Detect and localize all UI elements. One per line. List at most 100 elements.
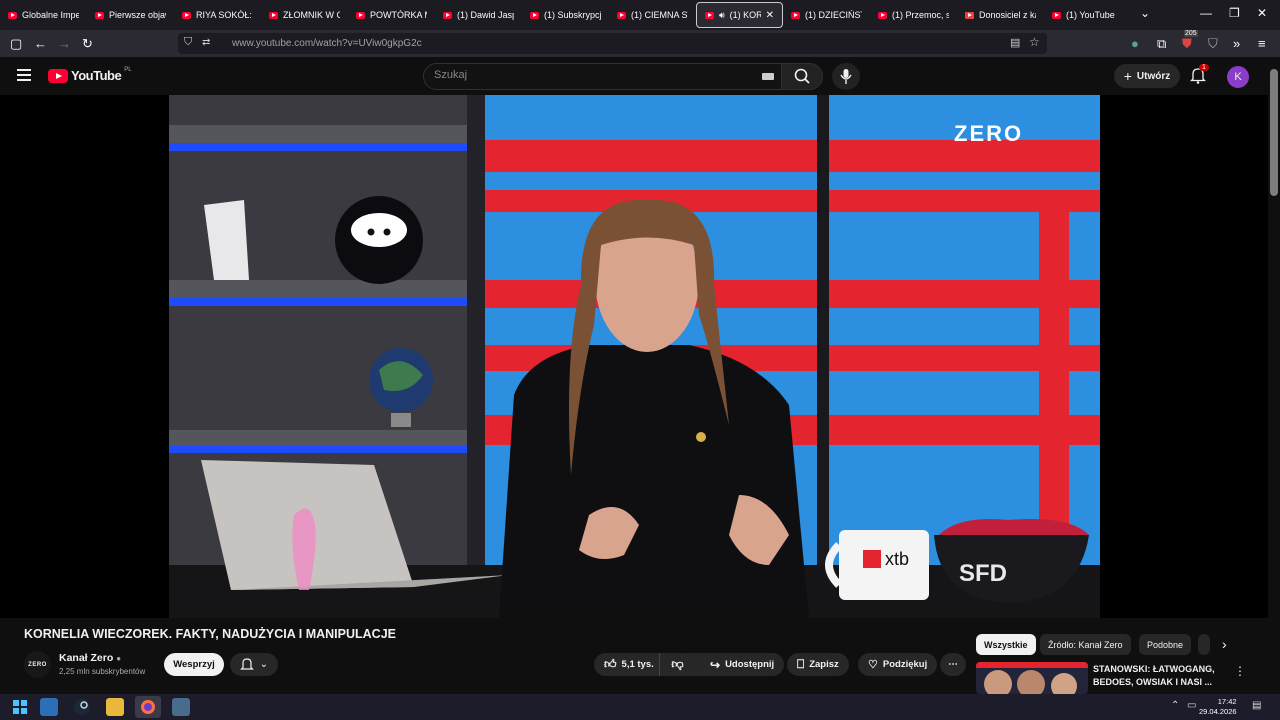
save-button[interactable]: ⎕ Zapisz xyxy=(787,653,849,676)
sidebar-toggle-icon[interactable]: ▢ xyxy=(10,36,22,52)
tab-audio-icon[interactable]: 🔊︎ xyxy=(719,10,725,21)
extension-badge: 205 xyxy=(1184,30,1198,37)
windows-start-icon[interactable] xyxy=(11,698,29,716)
chip-next-partial[interactable] xyxy=(1198,634,1210,655)
chips-next-chevron-icon[interactable]: › xyxy=(1222,636,1227,652)
subscription-bell-button[interactable]: ⌄ xyxy=(230,653,278,676)
browser-tab[interactable]: (1) DZIECIŃSTW xyxy=(783,2,870,28)
tab-title: (1) DZIECIŃSTW xyxy=(805,10,862,20)
browser-tab-strip: Globalne Imperi Pierwsze objawy RIYA SOKÓŁ… xyxy=(0,0,1280,30)
youtube-favicon-icon xyxy=(617,11,626,19)
network-app-icon[interactable] xyxy=(40,698,58,716)
tab-overflow-chevron-icon[interactable]: ⌄ xyxy=(1140,6,1150,20)
bookmark-icon: ⎕ xyxy=(797,657,805,671)
chip-all[interactable]: Wszystkie xyxy=(976,634,1036,655)
notification-badge: 1 xyxy=(1199,64,1209,71)
channel-name-text[interactable]: Kanał Zero xyxy=(59,652,113,664)
voice-search-button[interactable] xyxy=(832,63,860,90)
permissions-icon[interactable]: ⇄ xyxy=(202,37,210,48)
page-scrollbar[interactable] xyxy=(1268,57,1280,694)
guide-menu-icon[interactable] xyxy=(17,69,31,81)
youtube-favicon-icon xyxy=(530,11,539,19)
reader-view-icon[interactable]: ▤ xyxy=(1010,36,1020,49)
more-actions-button[interactable]: ⋯ xyxy=(940,653,966,676)
bell-icon xyxy=(239,658,254,670)
keyboard-icon[interactable] xyxy=(762,73,774,80)
create-button[interactable]: + Utwórz xyxy=(1114,64,1180,88)
youtube-favicon-icon xyxy=(705,11,714,19)
tab-close-icon[interactable]: ✕ xyxy=(766,10,774,21)
reload-icon[interactable]: ↻ xyxy=(82,36,93,52)
recommendation-thumbnail[interactable] xyxy=(976,662,1088,694)
forward-icon[interactable]: → xyxy=(58,36,71,51)
browser-tab[interactable]: (1) YouTube xyxy=(1044,2,1131,28)
browser-tab[interactable]: (1) Przemoc, sze xyxy=(870,2,957,28)
like-button[interactable]: 👍︎ 5,1 tys. xyxy=(594,653,713,676)
search-input[interactable] xyxy=(434,69,754,81)
browser-tab[interactable]: ZŁOMNIK W CH xyxy=(261,2,348,28)
thanks-label: Podziękuj xyxy=(882,659,928,670)
video-player[interactable]: xtb SFD ZERO xyxy=(0,95,1268,618)
bowl-brand-text: SFD xyxy=(959,560,1007,587)
system-clock[interactable]: 17:42 29.04.2026 xyxy=(1199,697,1237,717)
browser-tab[interactable]: RIYA SOKÓŁ: wy xyxy=(174,2,261,28)
steam-icon[interactable] xyxy=(73,698,91,716)
browser-tab[interactable]: (1) Subskrypcje xyxy=(522,2,609,28)
search-icon xyxy=(794,68,810,84)
browser-tab[interactable]: (1) Dawid Jasper xyxy=(435,2,522,28)
browser-tab[interactable]: Pierwsze objawy xyxy=(87,2,174,28)
recommendation-menu-icon[interactable]: ⋮ xyxy=(1234,664,1246,678)
more-horizontal-icon: ⋯ xyxy=(948,659,958,670)
browser-tab[interactable]: Globalne Imperi xyxy=(0,2,87,28)
display-tray-icon[interactable]: ▭ xyxy=(1187,700,1196,711)
thanks-button[interactable]: ♡ Podziękuj xyxy=(858,653,938,676)
bookmark-star-icon[interactable]: ☆ xyxy=(1029,35,1040,49)
browser-tab[interactable]: POWTÓRKA MA xyxy=(348,2,435,28)
more-tools-icon[interactable]: » xyxy=(1233,36,1240,51)
share-button[interactable]: ↪ Udostępnij xyxy=(700,653,785,676)
chip-related[interactable]: Podobne xyxy=(1139,634,1192,655)
channel-watermark: ZERO xyxy=(954,121,1023,146)
search-box xyxy=(423,63,783,90)
search-button[interactable] xyxy=(781,63,823,90)
tab-title: RIYA SOKÓŁ: wy xyxy=(196,10,253,20)
chip-source-channel[interactable]: Źródło: Kanał Zero xyxy=(1040,634,1131,655)
browser-tab[interactable]: (1) CIEMNA STR xyxy=(609,2,696,28)
url-text[interactable]: www.youtube.com/watch?v=UViw0gkpG2c xyxy=(232,38,422,49)
tab-title: ZŁOMNIK W CH xyxy=(283,10,340,20)
account-avatar[interactable]: K xyxy=(1227,66,1249,88)
address-bar[interactable]: ⛉ ⇄ www.youtube.com/watch?v=UViw0gkpG2c … xyxy=(178,33,1047,54)
extensions-icon[interactable]: ⧉ xyxy=(1157,36,1166,52)
youtube-favicon-icon xyxy=(95,11,104,19)
support-button[interactable]: Wesprzyj xyxy=(164,653,224,676)
video-frame[interactable]: xtb SFD ZERO xyxy=(169,95,1100,618)
chevron-down-icon: ⌄ xyxy=(259,659,269,670)
tab-title: (1) YouTube xyxy=(1066,10,1115,20)
channel-avatar[interactable]: ZERO xyxy=(24,651,51,678)
minimize-icon[interactable]: — xyxy=(1200,6,1212,20)
subscriber-count: 2,25 mln subskrybentów xyxy=(59,667,146,676)
back-icon[interactable]: ← xyxy=(34,36,47,51)
browser-tab[interactable]: 🔊︎ (1) KORN ✕ xyxy=(696,2,783,28)
dislike-button[interactable]: 👎︎ xyxy=(659,653,695,676)
calculator-icon[interactable] xyxy=(172,698,190,716)
app-menu-icon[interactable]: ≡ xyxy=(1258,36,1266,51)
vpn-extension-icon[interactable]: ● xyxy=(1131,36,1139,51)
close-window-icon[interactable]: ✕ xyxy=(1257,6,1267,20)
notifications-button[interactable]: 1 xyxy=(1190,64,1209,84)
notification-center-icon[interactable]: ▤ xyxy=(1252,700,1261,711)
tray-chevron-icon[interactable]: ⌃ xyxy=(1171,700,1179,711)
browser-tab[interactable]: Donosiciel z kar xyxy=(957,2,1044,28)
recommendation-title[interactable]: STANOWSKI: ŁATWOGANG, BEDOES, OWSIAK I N… xyxy=(1093,663,1223,689)
restore-icon[interactable]: ❐ xyxy=(1229,6,1240,20)
shield-icon[interactable]: ⛉ xyxy=(184,36,192,49)
thumbs-up-icon: 👍︎ xyxy=(604,657,617,671)
file-explorer-icon[interactable] xyxy=(106,698,124,716)
youtube-logo[interactable]: YouTube PL xyxy=(48,67,132,83)
youtube-favicon-icon xyxy=(791,11,800,19)
ublock-extension-icon[interactable]: ⛊ 205 xyxy=(1182,30,1198,52)
channel-name[interactable]: Kanał Zero ● xyxy=(59,652,121,664)
privacy-extension-icon[interactable]: ⛉ xyxy=(1208,36,1218,52)
scrollbar-thumb[interactable] xyxy=(1270,69,1278,196)
firefox-taskbar-button[interactable] xyxy=(135,696,161,718)
